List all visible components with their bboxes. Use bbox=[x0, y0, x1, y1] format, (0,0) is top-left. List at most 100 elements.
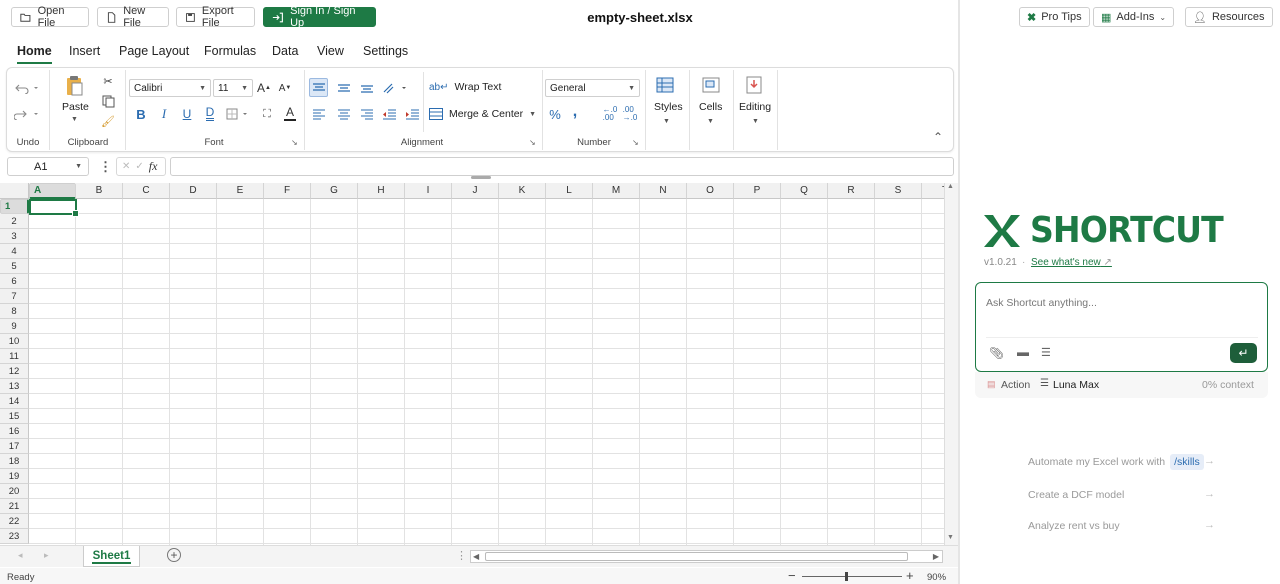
merge-center-button[interactable]: Merge & Center ▼ bbox=[429, 108, 536, 120]
cut-icon[interactable]: ✂ bbox=[100, 73, 116, 89]
row-header[interactable]: 12 bbox=[0, 364, 29, 379]
column-header[interactable]: N bbox=[640, 183, 687, 199]
tab-data[interactable]: Data bbox=[272, 44, 298, 58]
align-right-icon[interactable] bbox=[357, 106, 376, 123]
row-header[interactable]: 7 bbox=[0, 289, 29, 304]
row-header[interactable]: 22 bbox=[0, 514, 29, 529]
align-left-icon[interactable] bbox=[309, 106, 328, 123]
fill-color-icon[interactable]: ⛶ bbox=[259, 106, 275, 122]
function-icon[interactable]: fx bbox=[149, 159, 158, 174]
resources-button[interactable]: 👤︎ Resources bbox=[1185, 7, 1273, 27]
column-header[interactable]: Q bbox=[781, 183, 828, 199]
prev-sheet-icon[interactable]: ◂ bbox=[18, 550, 23, 561]
alignment-launcher-icon[interactable]: ↘ bbox=[529, 138, 536, 147]
cell-area[interactable] bbox=[29, 199, 944, 545]
collapse-ribbon-icon[interactable]: ⌃ bbox=[933, 130, 943, 144]
column-header[interactable]: J bbox=[452, 183, 499, 199]
column-header[interactable]: K bbox=[499, 183, 546, 199]
row-header[interactable]: 2 bbox=[0, 214, 29, 229]
column-header[interactable]: R bbox=[828, 183, 875, 199]
styles-label[interactable]: Styles bbox=[654, 101, 683, 113]
column-header[interactable]: O bbox=[687, 183, 734, 199]
select-all-corner[interactable] bbox=[0, 183, 29, 199]
active-cell-a1[interactable] bbox=[29, 199, 79, 217]
tab-home[interactable]: Home bbox=[17, 44, 52, 64]
pro-tips-button[interactable]: ✖ Pro Tips bbox=[1019, 7, 1090, 27]
double-underline-icon[interactable]: D bbox=[202, 106, 218, 122]
ask-input[interactable]: Ask Shortcut anything... bbox=[986, 297, 1097, 309]
align-center-icon[interactable] bbox=[334, 106, 353, 123]
suggestion-dcf[interactable]: Create a DCF model bbox=[1028, 489, 1124, 501]
formula-input[interactable] bbox=[170, 157, 954, 176]
decrease-decimal-icon[interactable]: .00 →.0 bbox=[621, 106, 639, 122]
row-header[interactable]: 5 bbox=[0, 259, 29, 274]
row-header[interactable]: 20 bbox=[0, 484, 29, 499]
italic-icon[interactable]: I bbox=[156, 106, 172, 122]
new-file-button[interactable]: New File bbox=[97, 5, 169, 29]
arrow-right-icon[interactable]: → bbox=[1204, 455, 1215, 467]
more-options-icon[interactable]: ⋮ bbox=[99, 159, 112, 175]
row-header[interactable]: 18 bbox=[0, 454, 29, 469]
column-header[interactable]: B bbox=[76, 183, 123, 199]
tab-view[interactable]: View bbox=[317, 44, 344, 58]
horizontal-scrollbar[interactable]: ◀ ▶ bbox=[470, 550, 943, 563]
borders-icon[interactable] bbox=[225, 106, 253, 122]
row-header[interactable]: 15 bbox=[0, 409, 29, 424]
scroll-up-icon[interactable]: ▲ bbox=[947, 183, 954, 190]
column-header[interactable]: E bbox=[217, 183, 264, 199]
align-top-icon[interactable] bbox=[309, 78, 328, 97]
zoom-slider[interactable] bbox=[802, 576, 902, 577]
zoom-in-icon[interactable]: + bbox=[906, 568, 914, 583]
copy-icon[interactable] bbox=[100, 93, 116, 109]
name-box[interactable]: A1 ▼ bbox=[7, 157, 89, 176]
bold-icon[interactable]: B bbox=[133, 106, 149, 122]
column-header[interactable]: G bbox=[311, 183, 358, 199]
align-bottom-icon[interactable] bbox=[357, 78, 376, 97]
styles-icon[interactable] bbox=[655, 75, 675, 95]
cells-icon[interactable] bbox=[701, 75, 721, 95]
tab-formulas[interactable]: Formulas bbox=[204, 44, 256, 58]
font-launcher-icon[interactable]: ↘ bbox=[291, 138, 298, 147]
row-header[interactable]: 17 bbox=[0, 439, 29, 454]
row-header[interactable]: 6 bbox=[0, 274, 29, 289]
number-format-select[interactable]: General ▼ bbox=[545, 79, 640, 97]
scroll-left-icon[interactable]: ◀ bbox=[473, 551, 479, 563]
wrap-text-button[interactable]: ab↵ Wrap Text bbox=[429, 81, 501, 93]
row-header[interactable]: 8 bbox=[0, 304, 29, 319]
row-header[interactable]: 11 bbox=[0, 349, 29, 364]
checklist-icon[interactable]: ☰ bbox=[1041, 346, 1051, 359]
mode-select[interactable]: Action bbox=[1001, 379, 1030, 391]
row-header[interactable]: 13 bbox=[0, 379, 29, 394]
row-header[interactable]: 10 bbox=[0, 334, 29, 349]
row-header[interactable]: 1 bbox=[0, 199, 29, 214]
increase-font-icon[interactable]: A ▲ bbox=[256, 79, 272, 97]
paste-icon[interactable] bbox=[62, 74, 86, 98]
column-header[interactable]: L bbox=[546, 183, 593, 199]
confirm-icon[interactable]: ✓ bbox=[135, 161, 143, 172]
send-button[interactable]: ↵ bbox=[1230, 343, 1257, 363]
resize-handle[interactable] bbox=[471, 176, 491, 179]
splitter-handle[interactable]: ⋮ bbox=[456, 549, 467, 562]
column-header[interactable]: F bbox=[264, 183, 311, 199]
font-size-select[interactable]: 11 ▼ bbox=[213, 79, 253, 97]
cells-label[interactable]: Cells bbox=[699, 101, 722, 113]
scroll-right-icon[interactable]: ▶ bbox=[933, 551, 939, 563]
format-painter-icon[interactable]: 🖌 bbox=[100, 113, 116, 129]
arrow-right-icon[interactable]: → bbox=[1204, 488, 1215, 500]
row-header[interactable]: 16 bbox=[0, 424, 29, 439]
editing-label[interactable]: Editing bbox=[739, 101, 771, 113]
paste-caret-icon[interactable]: ▼ bbox=[71, 116, 78, 123]
sheet-tab-sheet1[interactable]: Sheet1 bbox=[83, 546, 140, 567]
redo-icon[interactable] bbox=[13, 106, 41, 122]
row-header[interactable]: 23 bbox=[0, 529, 29, 544]
row-header[interactable]: 14 bbox=[0, 394, 29, 409]
row-header[interactable]: 21 bbox=[0, 499, 29, 514]
open-file-button[interactable]: Open File bbox=[11, 5, 89, 29]
underline-icon[interactable]: U bbox=[179, 106, 195, 122]
add-sheet-icon[interactable]: + bbox=[167, 548, 181, 562]
zoom-out-icon[interactable]: − bbox=[788, 568, 796, 583]
folder-icon[interactable]: ▬ bbox=[1017, 345, 1029, 359]
tab-insert[interactable]: Insert bbox=[69, 44, 100, 58]
increase-decimal-icon[interactable]: ←.0.00 bbox=[601, 106, 619, 122]
column-header[interactable]: P bbox=[734, 183, 781, 199]
